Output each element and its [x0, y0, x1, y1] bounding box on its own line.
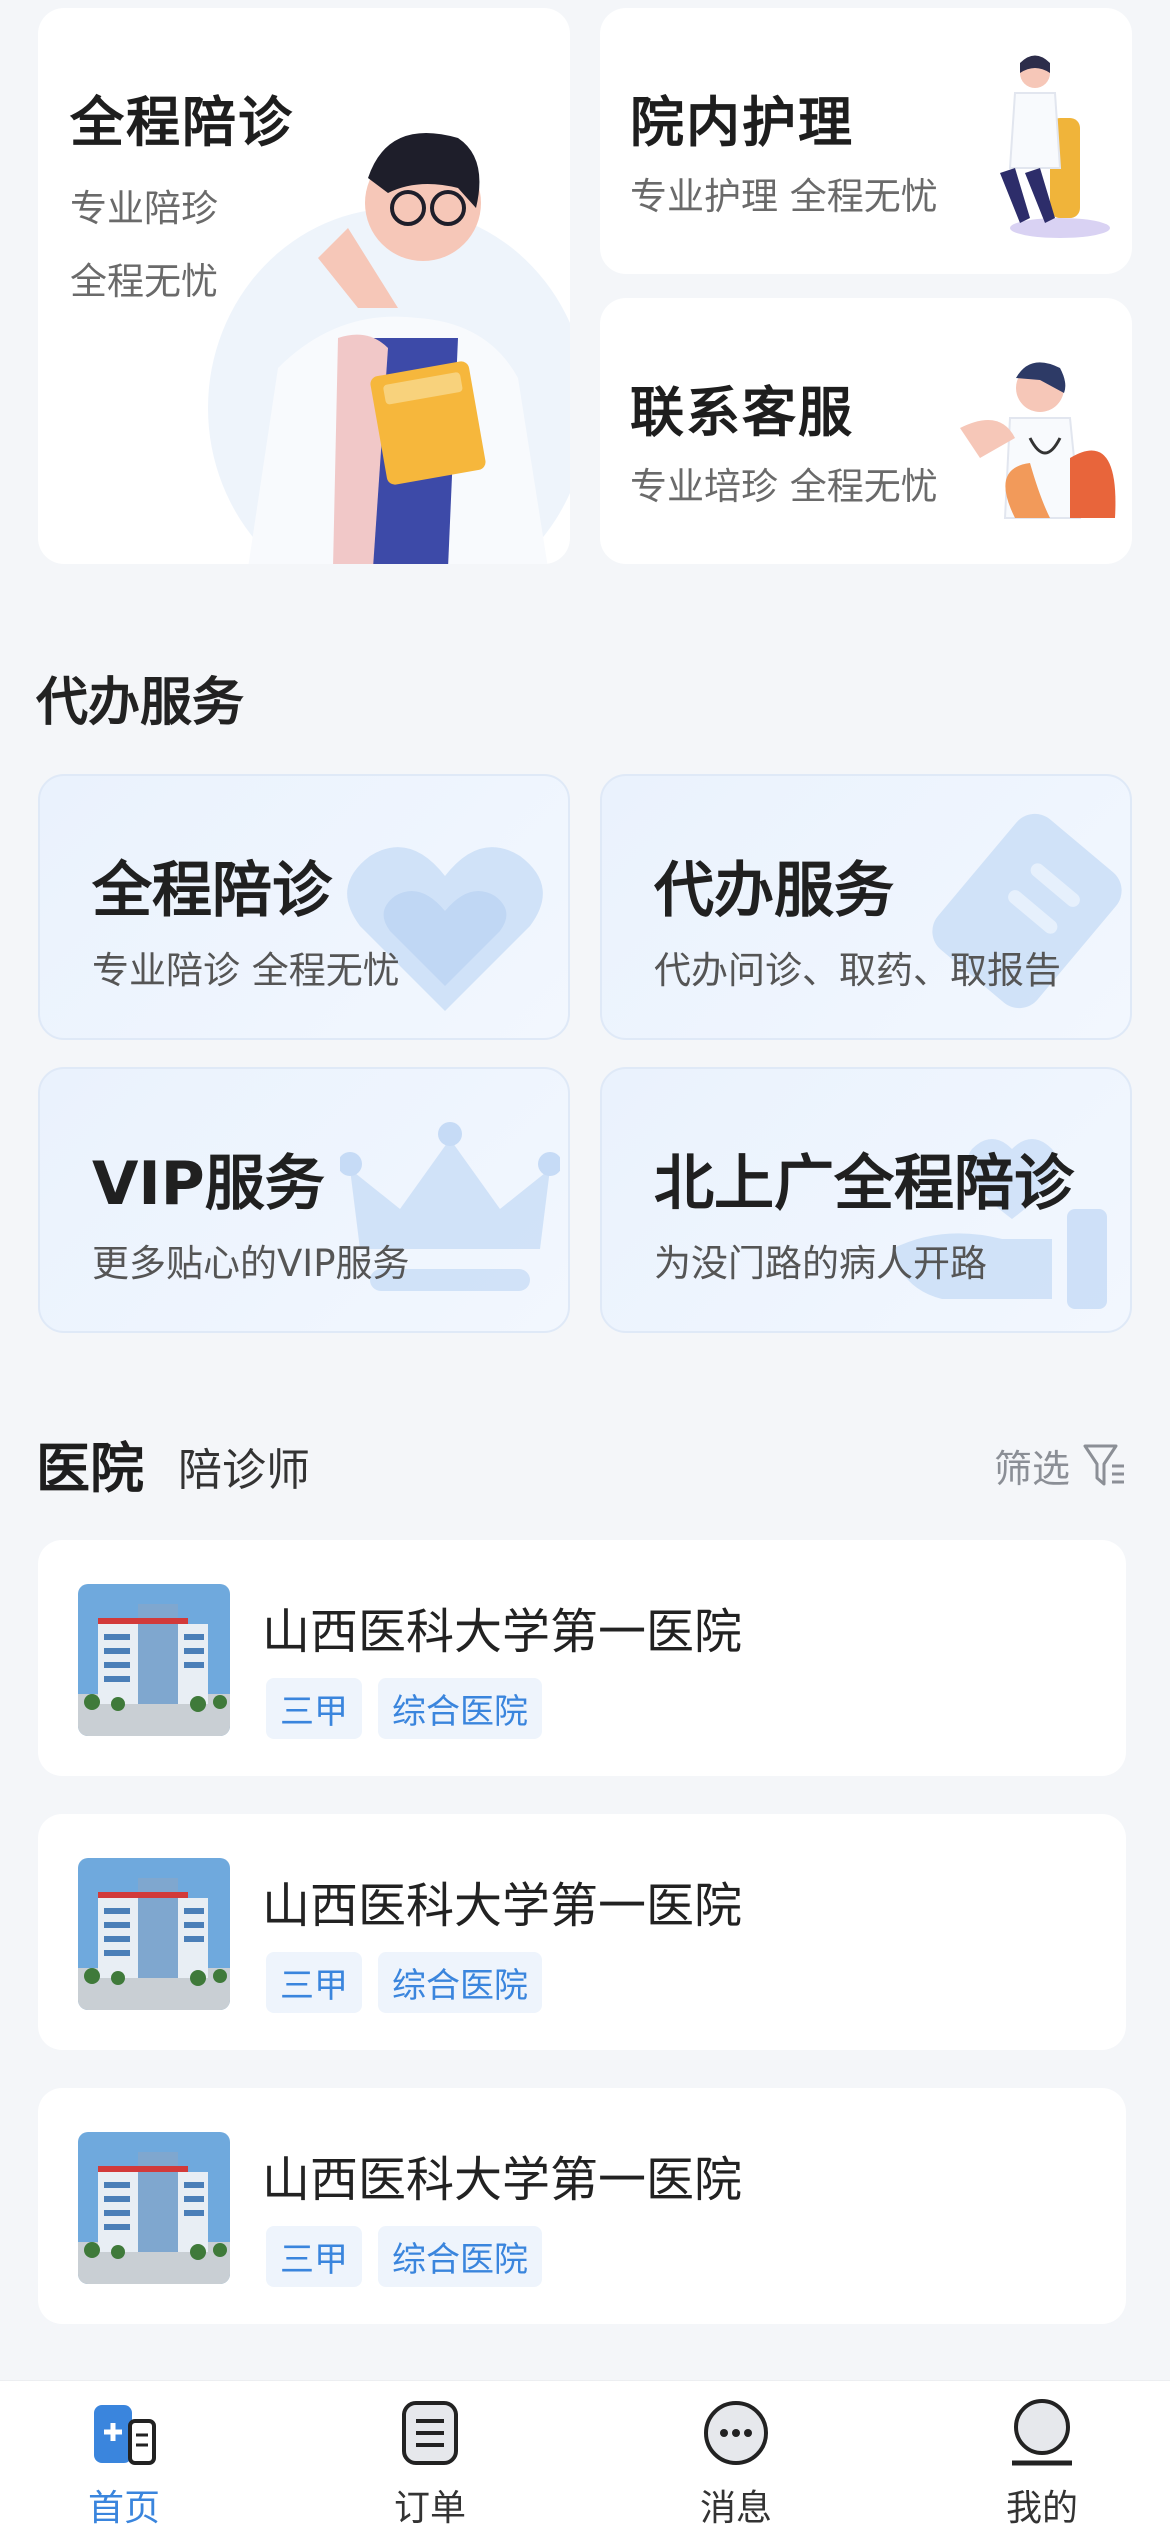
hospital-tags: 三甲 综合医院: [266, 1678, 542, 1739]
service-card-sub: 代办问诊、取药、取报告: [654, 949, 1061, 992]
tab-mine[interactable]: 我的: [962, 2397, 1122, 2531]
hospital-card[interactable]: 山西医科大学第一医院 三甲 综合医院: [38, 2088, 1126, 2324]
hospital-tags: 三甲 综合医院: [266, 2226, 542, 2287]
nurse-illustration: [1000, 55, 1110, 238]
feature-cards: 全程陪诊 专业陪珍 全程无忧 院内护理 专业护理 全程无忧 联系客服 专业培珍 …: [38, 8, 1132, 564]
hospital-photo: [78, 1584, 230, 1736]
bottom-tab-bar: 首页 订单 消息 我的: [0, 2380, 1170, 2532]
service-card-sub: 为没门路的病人开路: [654, 1242, 987, 1285]
escort-card[interactable]: 全程陪诊 专业陪珍 全程无忧: [38, 8, 570, 564]
nursing-card-sub: 专业护理 全程无忧: [630, 175, 938, 218]
service-card-escort[interactable]: 全程陪诊 专业陪诊 全程无忧: [38, 774, 570, 1040]
service-card-title: 北上广全程陪诊: [654, 1149, 1074, 1219]
hospital-name: 山西医科大学第一医院: [262, 1878, 743, 1934]
hospital-tag: 综合医院: [378, 1952, 542, 2013]
tab-home[interactable]: 首页: [44, 2397, 204, 2531]
doctor-chat-illustration: [960, 362, 1116, 519]
hospital-card[interactable]: 山西医科大学第一医院 三甲 综合医院: [38, 1814, 1126, 2050]
hospital-name: 山西医科大学第一医院: [262, 2152, 743, 2208]
customer-service-card-sub: 专业培珍 全程无忧: [630, 465, 938, 508]
hospital-tab[interactable]: 医院: [36, 1424, 144, 1503]
profile-icon: [1012, 2399, 1072, 2466]
service-card-vip[interactable]: VIP服务 更多贴心的VIP服务: [38, 1067, 570, 1333]
service-card-bsg[interactable]: 北上广全程陪诊 为没门路的病人开路: [600, 1067, 1132, 1333]
nursing-card-title: 院内护理: [630, 91, 854, 154]
filter-label: 筛选: [993, 1447, 1070, 1491]
tab-messages[interactable]: 消息: [656, 2397, 816, 2531]
hospital-tag: 综合医院: [378, 1678, 542, 1739]
page: 全程陪诊 专业陪珍 全程无忧 院内护理 专业护理 全程无忧 联系客服 专业培珍 …: [0, 0, 1170, 2532]
escort-staff-tab[interactable]: 陪诊师: [178, 1434, 310, 1498]
service-card-title: VIP服务: [92, 1149, 325, 1219]
hospital-tag: 三甲: [266, 2226, 362, 2287]
filter-button[interactable]: 筛选: [994, 1438, 1126, 1493]
orders-icon: [402, 2401, 458, 2465]
message-icon: [704, 2401, 768, 2465]
hospital-tags: 三甲 综合医院: [266, 1952, 542, 2013]
tab-home-label: 首页: [87, 2488, 160, 2529]
hospital-photo: [78, 2132, 230, 2284]
tab-messages-label: 消息: [699, 2488, 772, 2529]
hospital-card[interactable]: 山西医科大学第一医院 三甲 综合医院: [38, 1540, 1126, 1776]
service-card-title: 全程陪诊: [92, 856, 332, 926]
customer-service-card[interactable]: 联系客服 专业培珍 全程无忧: [600, 298, 1132, 564]
agency-section-title: 代办服务: [36, 673, 245, 733]
hospital-tag: 三甲: [266, 1678, 362, 1739]
crown-icon: [340, 1122, 560, 1291]
customer-service-card-title: 联系客服: [630, 381, 854, 444]
service-card-title: 代办服务: [654, 856, 894, 926]
hospital-photo: [78, 1858, 230, 2010]
nursing-card[interactable]: 院内护理 专业护理 全程无忧: [600, 8, 1132, 274]
tab-orders-label: 订单: [393, 2488, 466, 2529]
tab-orders[interactable]: 订单: [350, 2397, 510, 2531]
hospital-tag: 综合医院: [378, 2226, 542, 2287]
service-card-sub: 专业陪诊 全程无忧: [92, 949, 400, 992]
tab-mine-label: 我的: [1005, 2488, 1078, 2529]
doctor-illustration: [208, 133, 570, 564]
hospital-tag: 三甲: [266, 1952, 362, 2013]
service-card-sub: 更多贴心的VIP服务: [92, 1242, 410, 1285]
filter-icon: [1083, 1444, 1124, 1485]
service-card-agency[interactable]: 代办服务 代办问诊、取药、取报告: [600, 774, 1132, 1040]
hospital-name: 山西医科大学第一医院: [262, 1604, 743, 1660]
home-icon: [94, 2405, 156, 2465]
